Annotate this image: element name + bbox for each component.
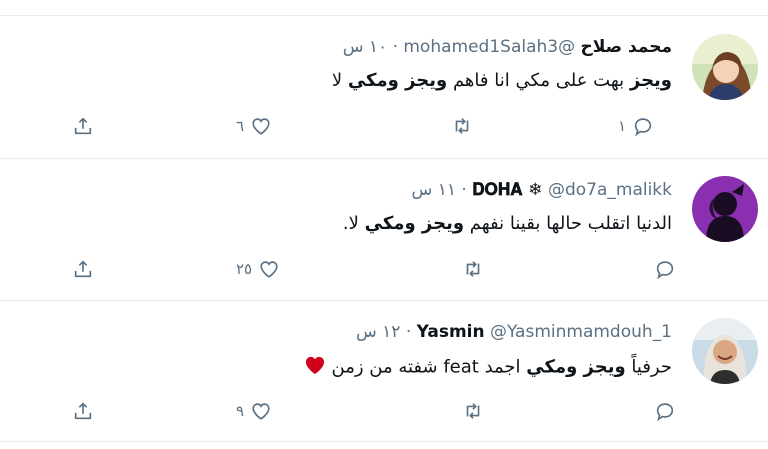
user-handle[interactable]: @Yasminmamdouh_1 <box>490 322 672 342</box>
separator <box>0 158 768 159</box>
reply-icon <box>656 261 674 280</box>
share-button[interactable] <box>72 256 94 282</box>
heart-icon <box>260 261 278 278</box>
timestamp[interactable]: ١٢ س <box>356 322 400 342</box>
tweet-text: حرفياً ويجز ومكي اجمد feat شفته من زمن <box>304 355 672 380</box>
hashtag-text: ويجز <box>629 70 672 91</box>
reply-icon <box>634 118 652 137</box>
reply-button[interactable]: ١ <box>618 113 654 139</box>
separator <box>0 441 768 442</box>
share-button[interactable] <box>72 113 94 139</box>
tweet-text: الدنيا اتقلب حالها بقينا نفهم ويجز ومكي … <box>342 213 672 234</box>
share-icon <box>74 260 92 278</box>
timestamp[interactable]: ١١ س <box>412 180 456 200</box>
heart-icon <box>252 403 270 420</box>
tweet-text: ويجز بهت على مكي انا فاهم ويجز ومكي لا <box>331 70 672 91</box>
avatar[interactable] <box>692 318 758 384</box>
like-count: ٦ <box>236 117 245 135</box>
display-name[interactable]: محمد صلاح <box>581 37 673 57</box>
display-name[interactable]: Yasmin <box>417 322 485 342</box>
separator <box>0 15 768 16</box>
user-handle[interactable]: @do7a_malikk <box>548 180 672 200</box>
retweet-button[interactable] <box>462 398 484 424</box>
share-icon <box>74 402 92 420</box>
retweet-icon <box>466 403 480 419</box>
avatar[interactable] <box>692 34 758 100</box>
tweet-header: 𝐃𝐎𝐇𝐀 ❄ @do7a_malikk · ١١ س <box>412 180 672 200</box>
like-button[interactable]: ٦ <box>236 113 272 139</box>
tweet-header: Yasmin @Yasminmamdouh_1 · ١٢ س <box>356 322 672 342</box>
reply-icon <box>656 403 674 422</box>
retweet-icon <box>455 118 469 134</box>
reply-button[interactable] <box>648 256 676 282</box>
heart-icon <box>252 118 270 135</box>
like-button[interactable]: ٩ <box>236 398 272 424</box>
reply-count: ١ <box>618 117 627 135</box>
like-button[interactable]: ٢٥ <box>236 256 280 282</box>
display-name[interactable]: 𝐃𝐎𝐇𝐀 ❄ <box>472 180 542 200</box>
separator-dot: · <box>392 37 398 57</box>
retweet-icon <box>466 261 480 277</box>
tweet-header: محمد صلاح @mohamed1Salah3 · ١٠ س <box>343 37 672 57</box>
reply-button[interactable] <box>648 398 676 424</box>
separator-dot: · <box>405 322 412 342</box>
retweet-button[interactable] <box>462 256 484 282</box>
avatar[interactable] <box>692 176 758 242</box>
user-handle[interactable]: @mohamed1Salah3 <box>403 37 575 57</box>
share-button[interactable] <box>72 398 94 424</box>
separator <box>0 300 768 301</box>
retweet-button[interactable] <box>451 113 473 139</box>
like-count: ٩ <box>236 402 245 420</box>
share-icon <box>74 117 92 135</box>
heart-emoji <box>304 355 326 380</box>
separator-dot: · <box>461 180 467 200</box>
timestamp[interactable]: ١٠ س <box>343 37 387 57</box>
like-count: ٢٥ <box>236 260 253 278</box>
